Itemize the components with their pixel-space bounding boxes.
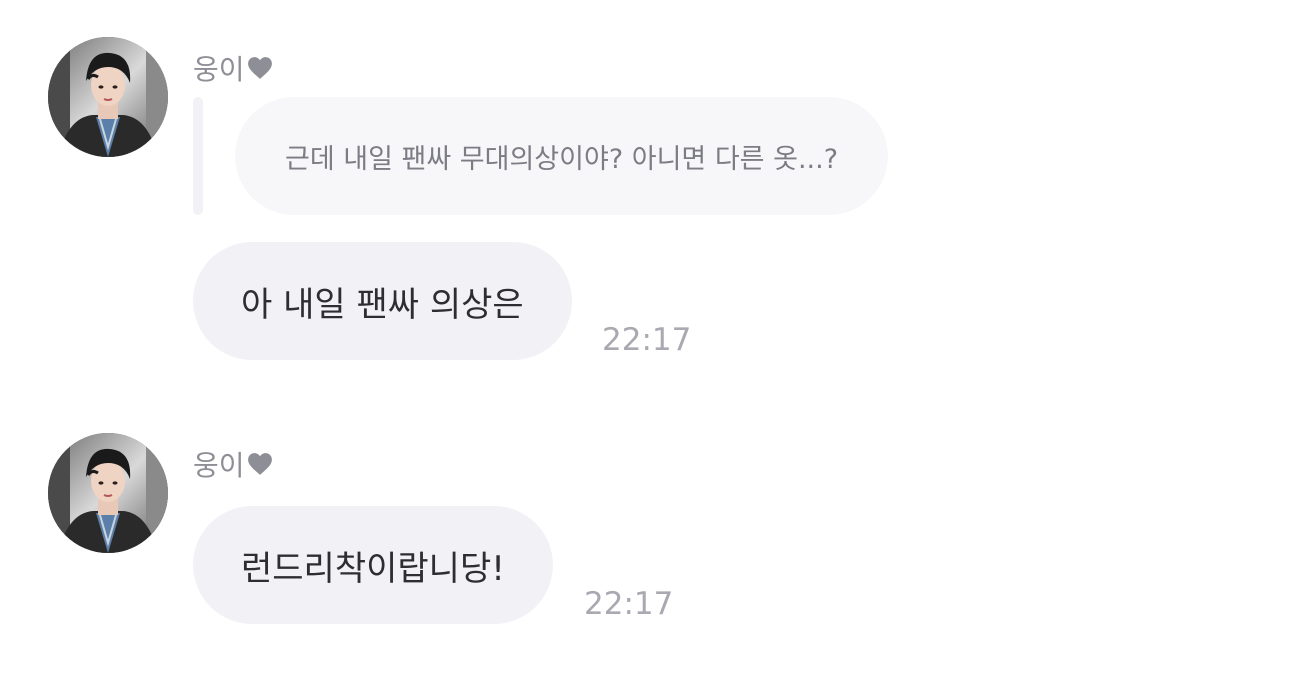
- sender-label: 웅이: [193, 449, 245, 482]
- message-bubble[interactable]: 아 내일 팬싸 의상은: [193, 242, 572, 360]
- avatar[interactable]: [48, 433, 168, 553]
- message-bubble[interactable]: 런드리착이랍니당!: [193, 506, 553, 624]
- heart-icon: [247, 57, 272, 79]
- quote-bar: [193, 97, 203, 215]
- message-time: 22:17: [602, 322, 692, 358]
- message-time: 22:17: [584, 586, 674, 622]
- quoted-message-text: 근데 내일 팬싸 무대의상이야? 아니면 다른 옷...?: [285, 143, 839, 175]
- sender-name: 웅이: [193, 48, 273, 88]
- avatar-image: [48, 37, 168, 157]
- quoted-message[interactable]: 근데 내일 팬싸 무대의상이야? 아니면 다른 옷...?: [235, 97, 889, 215]
- avatar-image: [48, 433, 168, 553]
- sender-name: 웅이: [193, 444, 273, 484]
- avatar[interactable]: [48, 37, 168, 157]
- message-text: 런드리착이랍니당!: [241, 548, 505, 589]
- message-text: 아 내일 팬싸 의상은: [241, 284, 524, 325]
- heart-icon: [247, 453, 272, 475]
- sender-label: 웅이: [193, 53, 245, 86]
